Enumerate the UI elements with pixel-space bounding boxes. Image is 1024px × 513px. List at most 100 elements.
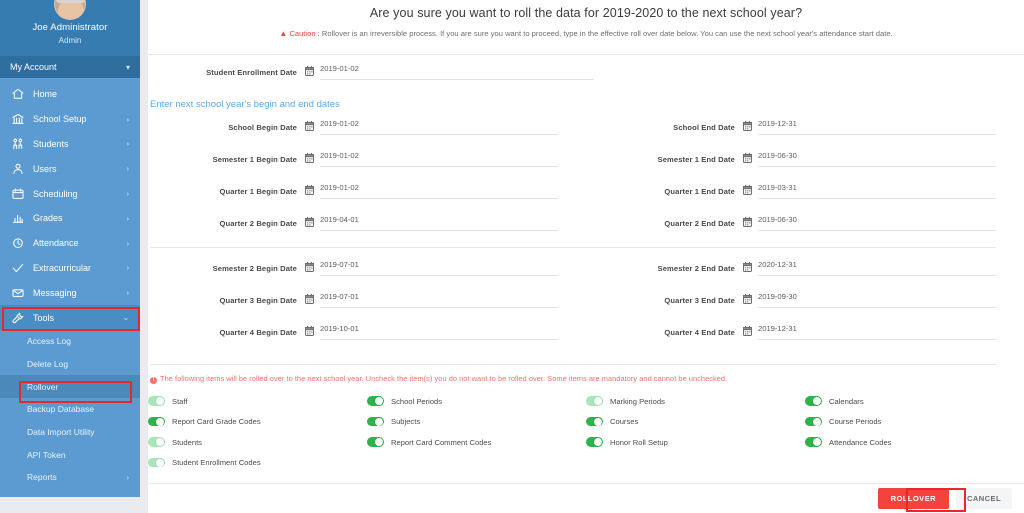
sidebar-item-messaging[interactable]: Messaging › bbox=[0, 280, 140, 305]
sidebar-subitem-api-token[interactable]: API Token bbox=[0, 443, 140, 466]
rollover-item: Staff bbox=[148, 391, 367, 412]
sidebar-subitem-reports[interactable]: Reports › bbox=[0, 466, 140, 489]
sidebar-item-label: Scheduling bbox=[33, 188, 78, 199]
toggle-column-2: School Periods Subjects Report Card Commen… bbox=[367, 391, 586, 473]
sidebar-item-tools[interactable]: Tools ⌄ bbox=[0, 305, 140, 330]
toggle-attendance-codes[interactable] bbox=[805, 437, 822, 447]
sidebar-item-extracurricular[interactable]: Extracurricular › bbox=[0, 256, 140, 281]
sidebar-subitem-rollover[interactable]: Rollover bbox=[0, 375, 140, 399]
avatar[interactable] bbox=[54, 0, 86, 20]
calendar-icon[interactable] bbox=[743, 216, 752, 227]
sidebar-item-grades[interactable]: Grades › bbox=[0, 206, 140, 231]
toggle-report-card-comment-codes[interactable] bbox=[367, 437, 384, 447]
chevron-right-icon: › bbox=[126, 114, 130, 124]
action-bar: ROLLOVER CANCEL bbox=[148, 483, 1024, 513]
toggle-subjects[interactable] bbox=[367, 416, 384, 427]
date-input[interactable]: 2019-12-31 bbox=[758, 324, 996, 340]
sidebar-nav: Home School Setup › Students › Users › Scheduli… bbox=[0, 78, 140, 489]
date-input[interactable]: 2020-12-31 bbox=[758, 260, 996, 277]
calendar-icon[interactable] bbox=[305, 216, 314, 227]
calendar-icon[interactable] bbox=[743, 262, 752, 273]
sidebar-item-attendance[interactable]: Attendance › bbox=[0, 231, 140, 256]
date-input[interactable]: 2019-12-31 bbox=[758, 119, 996, 136]
date-input[interactable]: 2019-09-30 bbox=[758, 292, 996, 309]
my-account-label: My Account bbox=[10, 62, 57, 72]
date-input[interactable]: 2019-06-30 bbox=[758, 151, 996, 167]
user-icon bbox=[10, 163, 26, 175]
chevron-right-icon: › bbox=[126, 189, 130, 199]
field-label: Semester 1 End Date bbox=[657, 154, 735, 164]
check-icon bbox=[10, 262, 26, 274]
calendar-icon[interactable] bbox=[305, 325, 314, 336]
sidebar-item-school-setup[interactable]: School Setup › bbox=[0, 107, 140, 132]
sidebar-subitem-data-import-utility[interactable]: Data Import Utility bbox=[0, 421, 140, 444]
date-grid-group2: Semester 2 Begin Date 2019-07-01 Quarter 3… bbox=[148, 248, 1024, 352]
my-account-header[interactable]: My Account ▾ bbox=[0, 56, 140, 78]
sidebar-item-users[interactable]: Users › bbox=[0, 156, 140, 181]
calendar-icon[interactable] bbox=[743, 184, 752, 195]
rollover-toggle-grid: Staff Report Card Grade Codes Students Stud… bbox=[148, 391, 1024, 473]
date-input[interactable]: 2019-06-30 bbox=[758, 215, 996, 231]
calendar-icon[interactable] bbox=[743, 325, 752, 336]
chevron-right-icon: › bbox=[126, 238, 130, 248]
toggle-knob bbox=[375, 438, 384, 447]
toggle-course-periods[interactable] bbox=[805, 416, 822, 427]
date-input[interactable]: 2019-07-01 bbox=[320, 292, 558, 309]
calendar-icon[interactable] bbox=[305, 121, 314, 132]
sidebar-item-label: Extracurricular bbox=[33, 262, 92, 273]
cancel-button[interactable]: CANCEL bbox=[955, 488, 1012, 509]
sidebar-subitem-delete-log[interactable]: Delete Log bbox=[0, 353, 140, 376]
sidebar-item-students[interactable]: Students › bbox=[0, 132, 140, 157]
date-input[interactable]: 2019-01-02 bbox=[320, 183, 558, 199]
calendar-icon[interactable] bbox=[743, 121, 752, 132]
rollover-item-label: Marking Periods bbox=[610, 396, 665, 406]
toggle-knob bbox=[156, 458, 165, 467]
field-label: Semester 2 Begin Date bbox=[212, 264, 297, 274]
chevron-right-icon: › bbox=[126, 139, 130, 149]
sidebar-subitem-access-log[interactable]: Access Log bbox=[0, 330, 140, 353]
date-input[interactable]: 2019-03-31 bbox=[758, 183, 996, 199]
chevron-right-icon: › bbox=[126, 472, 130, 482]
toggle-school-periods[interactable] bbox=[367, 396, 384, 406]
rollover-page: Joe Administrator Admin My Account ▾ Hom… bbox=[0, 0, 1024, 513]
calendar-icon[interactable] bbox=[305, 152, 314, 163]
calendar-icon[interactable] bbox=[305, 66, 314, 77]
field-row-semester-1-begin-date: Semester 1 Begin Date 2019-01-02 bbox=[148, 148, 586, 180]
calendar-icon[interactable] bbox=[305, 262, 314, 273]
field-label: Quarter 3 End Date bbox=[664, 296, 735, 306]
toggle-courses[interactable] bbox=[586, 416, 603, 427]
calendar-icon[interactable] bbox=[305, 294, 314, 305]
calendar-icon[interactable] bbox=[743, 294, 752, 305]
date-input[interactable]: 2019-04-01 bbox=[320, 215, 558, 231]
field-row-quarter-3-begin-date: Quarter 3 Begin Date 2019-07-01 bbox=[148, 289, 586, 321]
tools-icon bbox=[10, 312, 26, 324]
date-col-end-1: School End Date 2019-12-31 Semester 1 End … bbox=[586, 116, 1024, 243]
toggle-knob bbox=[156, 397, 165, 406]
date-input[interactable]: 2019-10-01 bbox=[320, 324, 558, 340]
rollover-item: Student Enrollment Codes bbox=[148, 452, 367, 473]
toggle-column-3: Marking Periods Courses Honor Roll Setup bbox=[586, 391, 805, 473]
sidebar-item-scheduling[interactable]: Scheduling › bbox=[0, 181, 140, 206]
rollover-item: Honor Roll Setup bbox=[586, 432, 805, 453]
toggle-calendars[interactable] bbox=[805, 396, 822, 406]
rollover-item-label: Attendance Codes bbox=[829, 437, 892, 447]
chevron-down-icon: ▾ bbox=[125, 62, 130, 72]
date-input[interactable]: 2019-07-01 bbox=[320, 260, 558, 277]
date-input[interactable]: 2019-01-02 bbox=[320, 151, 558, 167]
sidebar-subitem-backup-database[interactable]: Backup Database bbox=[0, 398, 140, 421]
toggle-knob bbox=[156, 438, 165, 447]
toggle-report-card-grade-codes[interactable] bbox=[148, 416, 165, 427]
date-input[interactable]: 2019-01-02 bbox=[320, 119, 558, 136]
toggle-honor-roll-setup[interactable] bbox=[586, 437, 603, 447]
rollover-item-label: Students bbox=[172, 437, 202, 447]
field-control: 2019-06-30 bbox=[743, 151, 1024, 167]
toggle-student-enrollment-codes bbox=[148, 457, 165, 468]
rollover-button[interactable]: ROLLOVER bbox=[877, 488, 949, 509]
calendar-icon[interactable] bbox=[743, 152, 752, 163]
calendar-icon[interactable] bbox=[305, 184, 314, 195]
field-row-quarter-2-end-date: Quarter 2 End Date 2019-06-30 bbox=[586, 212, 1024, 244]
field-row-quarter-4-begin-date: Quarter 4 Begin Date 2019-10-01 bbox=[148, 321, 586, 353]
sidebar-item-home[interactable]: Home bbox=[0, 82, 140, 107]
caution-label: Caution bbox=[289, 29, 316, 38]
enrollment-date-input[interactable]: 2019-01-02 bbox=[320, 64, 594, 81]
